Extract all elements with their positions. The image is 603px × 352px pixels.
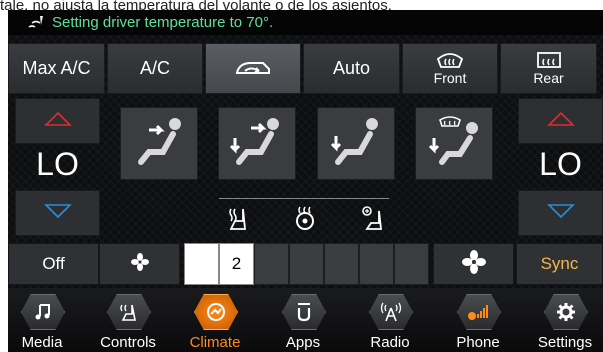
seat-heat-row bbox=[219, 198, 389, 238]
airflow-bilevel-icon bbox=[227, 114, 287, 173]
phone-icon bbox=[457, 294, 501, 330]
arrow-up-icon bbox=[43, 111, 72, 132]
front-defrost-label: Front bbox=[433, 70, 467, 86]
max-ac-label: Max A/C bbox=[22, 58, 91, 78]
status-bar: Setting driver temperature to 70°. bbox=[8, 10, 603, 35]
nav-controls[interactable]: Controls bbox=[86, 288, 170, 352]
nav-media-label: Media bbox=[21, 334, 63, 351]
passenger-temp-value: LO bbox=[539, 146, 582, 182]
nav-apps[interactable]: Apps bbox=[261, 288, 345, 352]
heated-seat-icon[interactable] bbox=[225, 205, 251, 231]
fan-level-7[interactable] bbox=[394, 243, 429, 285]
arrow-down-icon bbox=[43, 203, 72, 224]
fan-level-5[interactable] bbox=[324, 243, 359, 285]
music-note-icon bbox=[21, 294, 65, 330]
nav-radio-label: Radio bbox=[370, 334, 410, 351]
nav-settings[interactable]: Settings bbox=[523, 288, 603, 352]
apps-icon bbox=[282, 294, 326, 330]
ac-label: A/C bbox=[139, 58, 170, 78]
airflow-floor-button[interactable] bbox=[317, 107, 395, 180]
ventilated-seat-icon[interactable] bbox=[359, 205, 385, 231]
nav-settings-label: Settings bbox=[537, 334, 593, 351]
airflow-bilevel-button[interactable] bbox=[218, 107, 296, 180]
sync-label: Sync bbox=[540, 254, 579, 273]
driver-temp-up-button[interactable] bbox=[15, 98, 100, 144]
fan-level-1[interactable] bbox=[184, 243, 219, 285]
recirculation-button[interactable] bbox=[205, 43, 301, 94]
nav-phone[interactable]: Phone bbox=[436, 288, 520, 352]
fan-down-button[interactable] bbox=[99, 243, 180, 285]
nav-radio[interactable]: Radio bbox=[348, 288, 432, 352]
airflow-floor-icon bbox=[326, 114, 386, 173]
fan-level-2[interactable]: 2 bbox=[219, 243, 254, 285]
fan-off-button[interactable]: Off bbox=[8, 243, 99, 285]
driver-temp-down-button[interactable] bbox=[15, 190, 100, 236]
radio-tower-icon bbox=[369, 294, 413, 330]
airflow-panel-button[interactable] bbox=[120, 107, 198, 180]
driver-temp-value: LO bbox=[36, 146, 79, 182]
fan-level-6[interactable] bbox=[359, 243, 394, 285]
fan-off-label: Off bbox=[42, 254, 65, 273]
nav-climate[interactable]: Climate bbox=[173, 288, 257, 352]
nav-phone-label: Phone bbox=[456, 334, 500, 351]
passenger-temp-down-button[interactable] bbox=[518, 190, 603, 236]
fan-small-icon bbox=[130, 252, 149, 276]
climate-screen: Setting driver temperature to 70°. Max A… bbox=[8, 10, 603, 352]
controls-icon bbox=[107, 294, 151, 330]
rear-defrost-label: Rear bbox=[533, 70, 564, 86]
arrow-up-icon bbox=[546, 111, 575, 132]
nav-media[interactable]: Media bbox=[8, 288, 84, 352]
climate-mode-row: Max A/C A/C Auto Front Rear bbox=[8, 43, 603, 94]
fan-large-icon bbox=[461, 249, 486, 279]
bottom-nav: Media Controls Climate Apps Radio Phone … bbox=[8, 288, 603, 352]
front-defrost-button[interactable]: Front bbox=[402, 43, 498, 94]
nav-apps-label: Apps bbox=[285, 334, 321, 351]
sync-button[interactable]: Sync bbox=[516, 243, 603, 285]
airflow-mix-icon bbox=[424, 114, 484, 173]
auto-button[interactable]: Auto bbox=[303, 43, 400, 94]
nav-controls-label: Controls bbox=[100, 334, 156, 351]
fan-level-4[interactable] bbox=[289, 243, 324, 285]
status-message: Setting driver temperature to 70°. bbox=[52, 14, 274, 31]
voice-command-icon bbox=[26, 13, 48, 35]
passenger-temp-up-button[interactable] bbox=[518, 98, 603, 144]
gear-icon bbox=[544, 294, 588, 330]
climate-icon bbox=[194, 294, 238, 330]
fan-speed-row: Off 2 Sync bbox=[8, 243, 603, 285]
max-ac-button[interactable]: Max A/C bbox=[8, 43, 105, 94]
fan-up-button[interactable] bbox=[433, 243, 514, 285]
fan-level-3[interactable] bbox=[254, 243, 289, 285]
recirculation-icon bbox=[233, 57, 273, 81]
airflow-mix-button[interactable] bbox=[415, 107, 493, 180]
arrow-down-icon bbox=[546, 203, 575, 224]
rear-defrost-icon bbox=[536, 51, 562, 69]
auto-label: Auto bbox=[332, 58, 371, 78]
fan-level-value: 2 bbox=[231, 254, 242, 273]
heated-steering-wheel-icon[interactable] bbox=[292, 205, 318, 231]
rear-defrost-button[interactable]: Rear bbox=[500, 43, 597, 94]
front-defrost-icon bbox=[436, 51, 464, 69]
nav-climate-label: Climate bbox=[189, 334, 241, 351]
airflow-panel-icon bbox=[129, 114, 189, 173]
ac-button[interactable]: A/C bbox=[107, 43, 203, 94]
